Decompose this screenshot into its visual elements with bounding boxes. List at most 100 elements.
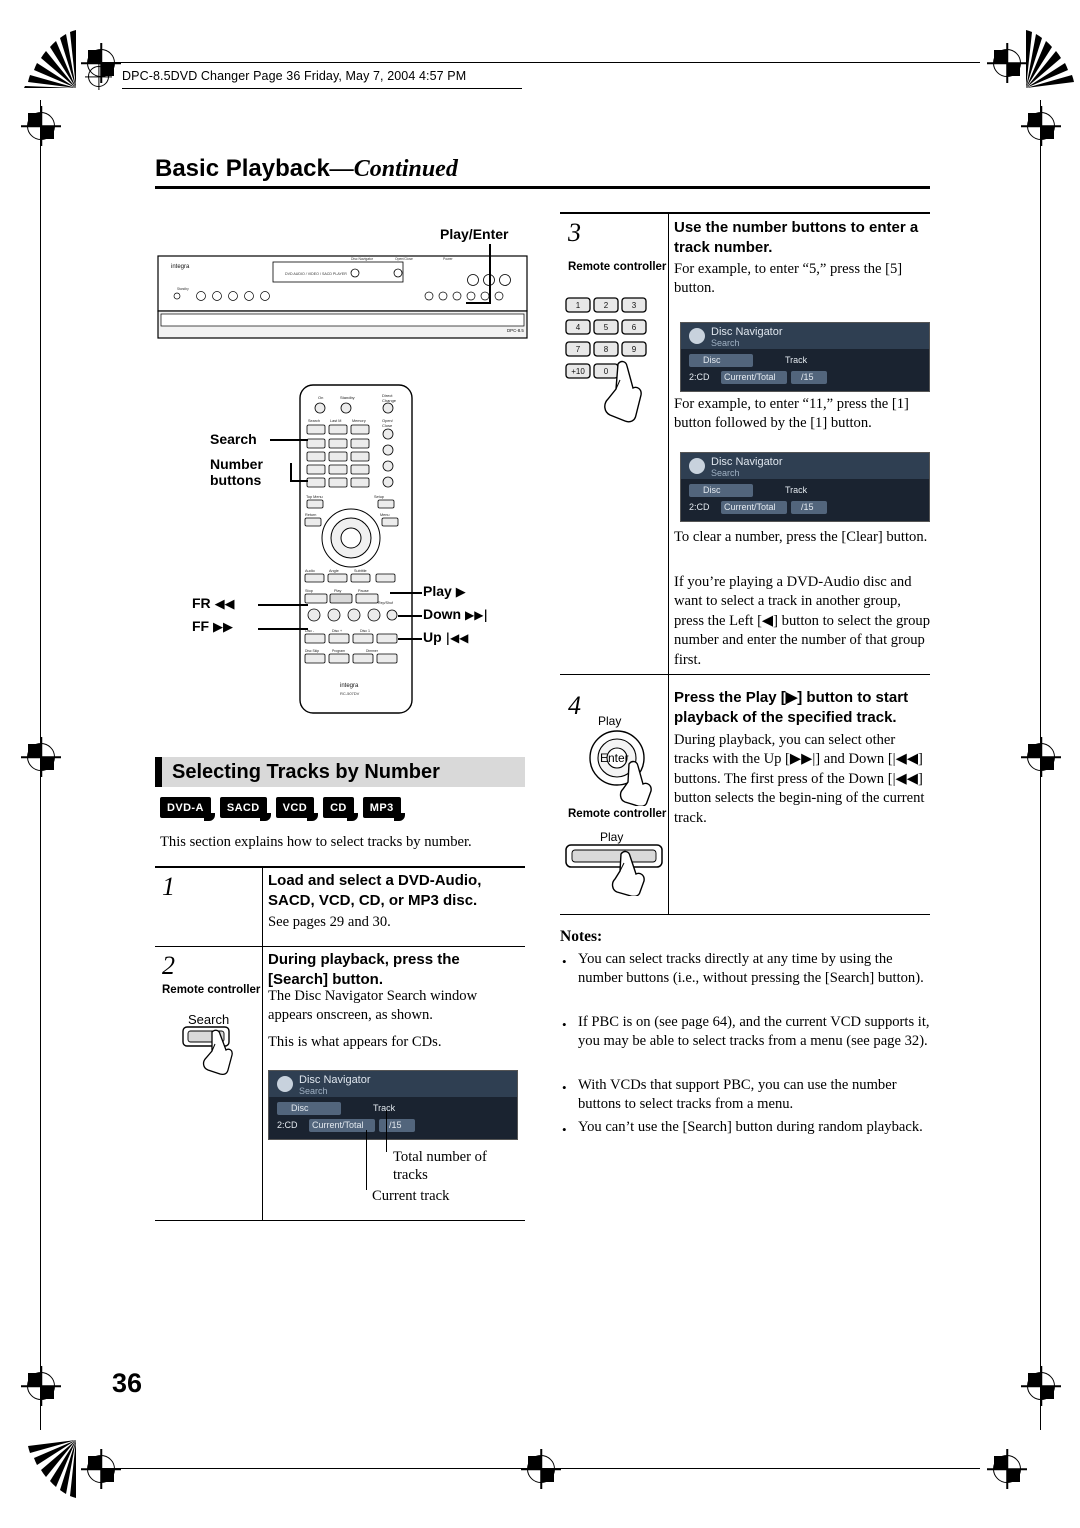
right-osd-window-1: Disc Navigator Search Disc Track 2:CD Cu…: [680, 322, 930, 392]
title-rule: [155, 186, 930, 189]
registration-mark-top-right: [993, 49, 1021, 77]
svg-text:RC-507DV: RC-507DV: [340, 691, 360, 696]
left-step2-body2: This is what appears for CDs.: [268, 1034, 442, 1050]
svg-text:Audio: Audio: [305, 569, 315, 573]
callout-number: Number: [210, 456, 263, 472]
page-title: Basic Playback—Continued: [155, 155, 458, 183]
left-osd-callout-total: Total number of: [393, 1149, 487, 1165]
right-step3-body1: For example, to enter “5,” press the [5]…: [674, 261, 903, 297]
svg-text:DPC-8.5: DPC-8.5: [507, 328, 524, 333]
left-osd-callout-total2: tracks: [393, 1167, 428, 1183]
right-osd1-current-total-value: /15: [801, 372, 814, 382]
svg-text:1: 1: [576, 301, 581, 310]
svg-text:Disc 1: Disc 1: [360, 629, 370, 633]
left-step1-top-rule: [155, 866, 525, 868]
svg-text:Close: Close: [382, 423, 393, 428]
svg-text:Disc -: Disc -: [305, 629, 315, 633]
callout-play: Play ▶: [423, 583, 466, 600]
svg-text:9: 9: [632, 345, 637, 354]
badge-mp3: MP3: [362, 797, 405, 821]
callout-down-glyph: ▶▶|: [465, 608, 488, 622]
svg-text:Pause: Pause: [358, 589, 369, 593]
right-osd2-disc-panel: [689, 484, 753, 497]
callout-up-glyph: |◀◀: [445, 631, 469, 645]
callout-play-glyph: ▶: [455, 585, 466, 600]
registration-mark-right-upper: [1027, 112, 1055, 140]
note-item-4: You can’t use the [Search] button during…: [578, 1119, 923, 1135]
left-step2-number: 2: [162, 951, 175, 980]
page-title-main: Basic Playback: [155, 155, 330, 182]
callout-up: Up |◀◀: [423, 629, 468, 645]
section-heading-bar: [155, 757, 162, 787]
left-step1-number: 1: [162, 872, 175, 901]
right-osd2-disc-icon: [689, 458, 705, 474]
right-step4-play-label: Play: [598, 714, 622, 728]
right-osd1-track-label: Track: [785, 355, 808, 365]
manual-page: DPC-8.5DVD Changer Page 36 Friday, May 7…: [0, 0, 1080, 1528]
right-step4-number: 4: [568, 691, 581, 720]
left-osd-current-total-value: /15: [389, 1120, 402, 1130]
registration-mark-bottom-right: [993, 1455, 1021, 1483]
svg-text:Standby: Standby: [177, 287, 189, 291]
svg-text:Rep/Shuf: Rep/Shuf: [378, 601, 393, 605]
svg-text:7: 7: [576, 345, 581, 354]
right-step3-remote-label: Remote controller: [568, 261, 667, 273]
svg-text:3: 3: [632, 301, 637, 310]
right-step4-enter-label: Enter: [600, 751, 629, 765]
left-osd-disc-value: 2:CD: [277, 1120, 298, 1130]
right-step4-top-rule: [560, 674, 930, 676]
right-step4-remote-label: Remote controller: [568, 808, 667, 820]
notes-title: Notes:: [560, 928, 603, 945]
search-key-illustration: [182, 1026, 233, 1076]
callout-line-up: [398, 638, 422, 640]
left-step2-bottom-rule: [155, 1220, 525, 1222]
callout-ff-glyph: ▶▶: [213, 620, 233, 635]
left-step1-body: See pages 29 and 30.: [268, 914, 391, 930]
right-step4-bottom-rule: [560, 914, 930, 916]
svg-text:Memory: Memory: [352, 419, 366, 423]
right-step3-vrule: [668, 212, 669, 674]
svg-text:Search: Search: [308, 419, 320, 423]
note-bullet-1: •: [562, 954, 567, 969]
left-osd-title: Disc Navigator: [299, 1074, 371, 1086]
section-heading-text: Selecting Tracks by Number: [172, 761, 440, 783]
callout-buttons: buttons: [210, 472, 262, 488]
svg-text:8: 8: [604, 345, 609, 354]
note-item-3: With VCDs that support PBC, you can use …: [578, 1077, 897, 1113]
left-step2-key-label: Search: [188, 1012, 230, 1027]
left-step2-top-rule: [155, 946, 525, 948]
svg-text:On: On: [318, 395, 323, 400]
registration-mark-bottom-left: [87, 1455, 115, 1483]
svg-text:integra: integra: [171, 264, 190, 270]
right-osd2-current-total-label: Current/Total: [724, 502, 776, 512]
svg-text:Top Menu: Top Menu: [306, 495, 323, 499]
right-osd2-current-total-value: /15: [801, 502, 814, 512]
header-rule: [122, 88, 522, 89]
corner-fan-bottom-left: [28, 1440, 76, 1498]
note-bullet-4: •: [562, 1122, 567, 1137]
callout-up-label: Up: [423, 629, 442, 645]
note-item-2: If PBC is on (see page 64), and the curr…: [578, 1014, 930, 1050]
svg-text:Disc Navigator: Disc Navigator: [351, 257, 374, 261]
header-registration-icon: [88, 66, 109, 87]
callout-down-label: Down: [423, 606, 462, 622]
left-step2-vrule: [262, 946, 263, 1220]
callout-line-play-enter-v: [489, 244, 491, 304]
right-step4-body1: During playback, you can select other tr…: [674, 732, 925, 826]
right-osd2-disc-value: 2:CD: [689, 502, 710, 512]
svg-text:Standby: Standby: [340, 395, 355, 400]
svg-text:Subtitle: Subtitle: [354, 569, 367, 573]
left-step2-remote-label: Remote controller: [162, 984, 261, 996]
badge-sacd: SACD: [219, 797, 271, 821]
right-osd1-disc-panel: [689, 354, 753, 367]
registration-mark-left-bottom: [27, 1372, 55, 1400]
right-osd1-title: Disc Navigator: [711, 326, 783, 338]
svg-text:Open/Close: Open/Close: [395, 257, 413, 261]
registration-mark-bottom-center: [527, 1455, 555, 1483]
badge-dvd-a: DVD-A: [160, 797, 215, 821]
right-step3-heading: Use the number buttons to enter a track …: [674, 219, 919, 256]
svg-text:Angle: Angle: [329, 569, 339, 573]
left-osd-callout-line2: [366, 1130, 368, 1190]
jog-dial-illustration: [589, 730, 652, 806]
right-step4-play-label-2: Play: [600, 830, 624, 844]
